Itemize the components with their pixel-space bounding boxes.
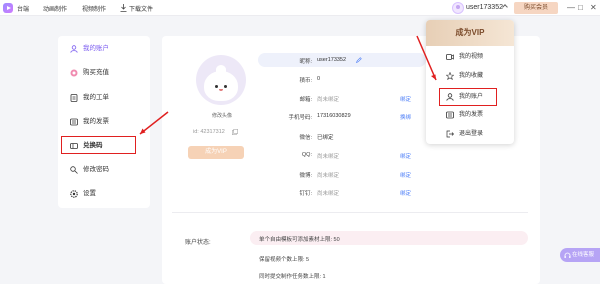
- bind-qq-link[interactable]: 绑定: [400, 152, 411, 160]
- buy-vip-button[interactable]: 购买会员: [514, 2, 558, 14]
- minimize-icon[interactable]: —: [567, 3, 575, 13]
- ticket-icon: [70, 94, 78, 102]
- email-label: 邮箱:: [299, 97, 312, 103]
- download-icon: [120, 3, 127, 12]
- coin-icon: [70, 69, 78, 77]
- nav-download[interactable]: 下载文件: [129, 4, 153, 13]
- qq-label: QQ:: [301, 152, 312, 158]
- edit-icon[interactable]: [356, 57, 362, 63]
- bind-email-link[interactable]: 绑定: [400, 95, 411, 103]
- invoice-icon: [446, 111, 454, 119]
- chevron-up-icon[interactable]: [502, 4, 508, 10]
- annotation-highlight-redeem: [61, 136, 136, 154]
- annotation-highlight-my-account: [439, 88, 497, 106]
- nav-video[interactable]: 视频制作: [82, 4, 106, 13]
- bind-weibo-link[interactable]: 绑定: [400, 171, 411, 179]
- invoice-icon: [70, 118, 78, 126]
- nickname-label: 昵称:: [299, 59, 312, 65]
- phone-label: 手机号码:: [288, 115, 312, 121]
- gear-icon: [70, 190, 78, 198]
- phone-value: 17316030829: [317, 113, 351, 119]
- user-id: id: 42317312: [193, 129, 225, 135]
- close-icon[interactable]: ✕: [590, 3, 597, 13]
- email-value: 尚未绑定: [317, 97, 340, 103]
- logout-icon: [446, 130, 454, 138]
- top-username[interactable]: user173352: [466, 4, 503, 11]
- key-icon: [70, 166, 78, 174]
- change-avatar-link[interactable]: 修改头像: [202, 112, 242, 119]
- online-service-button[interactable]: 在线客服: [560, 248, 600, 262]
- coin-label: 積币:: [299, 78, 312, 84]
- maximize-icon[interactable]: □: [578, 3, 583, 13]
- video-icon: [446, 54, 454, 60]
- dropdown-become-vip[interactable]: 成为VIP: [426, 20, 514, 46]
- wechat-label: 微信:: [299, 135, 312, 141]
- wechat-value: 已绑定: [317, 135, 334, 141]
- app-logo-icon: [3, 3, 13, 13]
- user-icon: [70, 45, 78, 53]
- nickname-value: user173352: [317, 57, 347, 63]
- qq-value: 尚未绑定: [317, 154, 340, 160]
- avatar[interactable]: [452, 2, 464, 14]
- status-line: 单个自由模板可添加素材上限: 50: [259, 237, 340, 243]
- coin-value: 0: [317, 76, 321, 82]
- rebind-phone-link[interactable]: 换绑: [400, 113, 411, 121]
- account-status-label: 账户状态:: [185, 240, 211, 246]
- dingtalk-value: 尚未绑定: [317, 191, 340, 197]
- status-line: 保留视频个数上限: 5: [259, 257, 310, 263]
- nav-home[interactable]: 台端: [17, 4, 29, 13]
- weibo-label: 微博:: [299, 173, 312, 179]
- avatar[interactable]: [196, 55, 246, 105]
- divider: [172, 212, 528, 213]
- copy-icon[interactable]: [232, 129, 238, 135]
- nav-animation[interactable]: 动画制作: [43, 4, 67, 13]
- headset-icon: [564, 252, 571, 258]
- dingtalk-label: 钉钉:: [299, 191, 312, 197]
- bind-dingtalk-link[interactable]: 绑定: [400, 189, 411, 197]
- weibo-value: 尚未绑定: [317, 173, 340, 179]
- star-icon: [446, 72, 454, 80]
- become-vip-button[interactable]: 成为VIP: [188, 146, 244, 159]
- status-line: 同时提交制作任务数上限: 1: [259, 274, 326, 280]
- user-dropdown-menu: 成为VIP: [426, 20, 514, 144]
- top-bar: 台端 动画制作 视频制作 下载文件 user173352 购买会员 — □ ✕: [0, 0, 600, 16]
